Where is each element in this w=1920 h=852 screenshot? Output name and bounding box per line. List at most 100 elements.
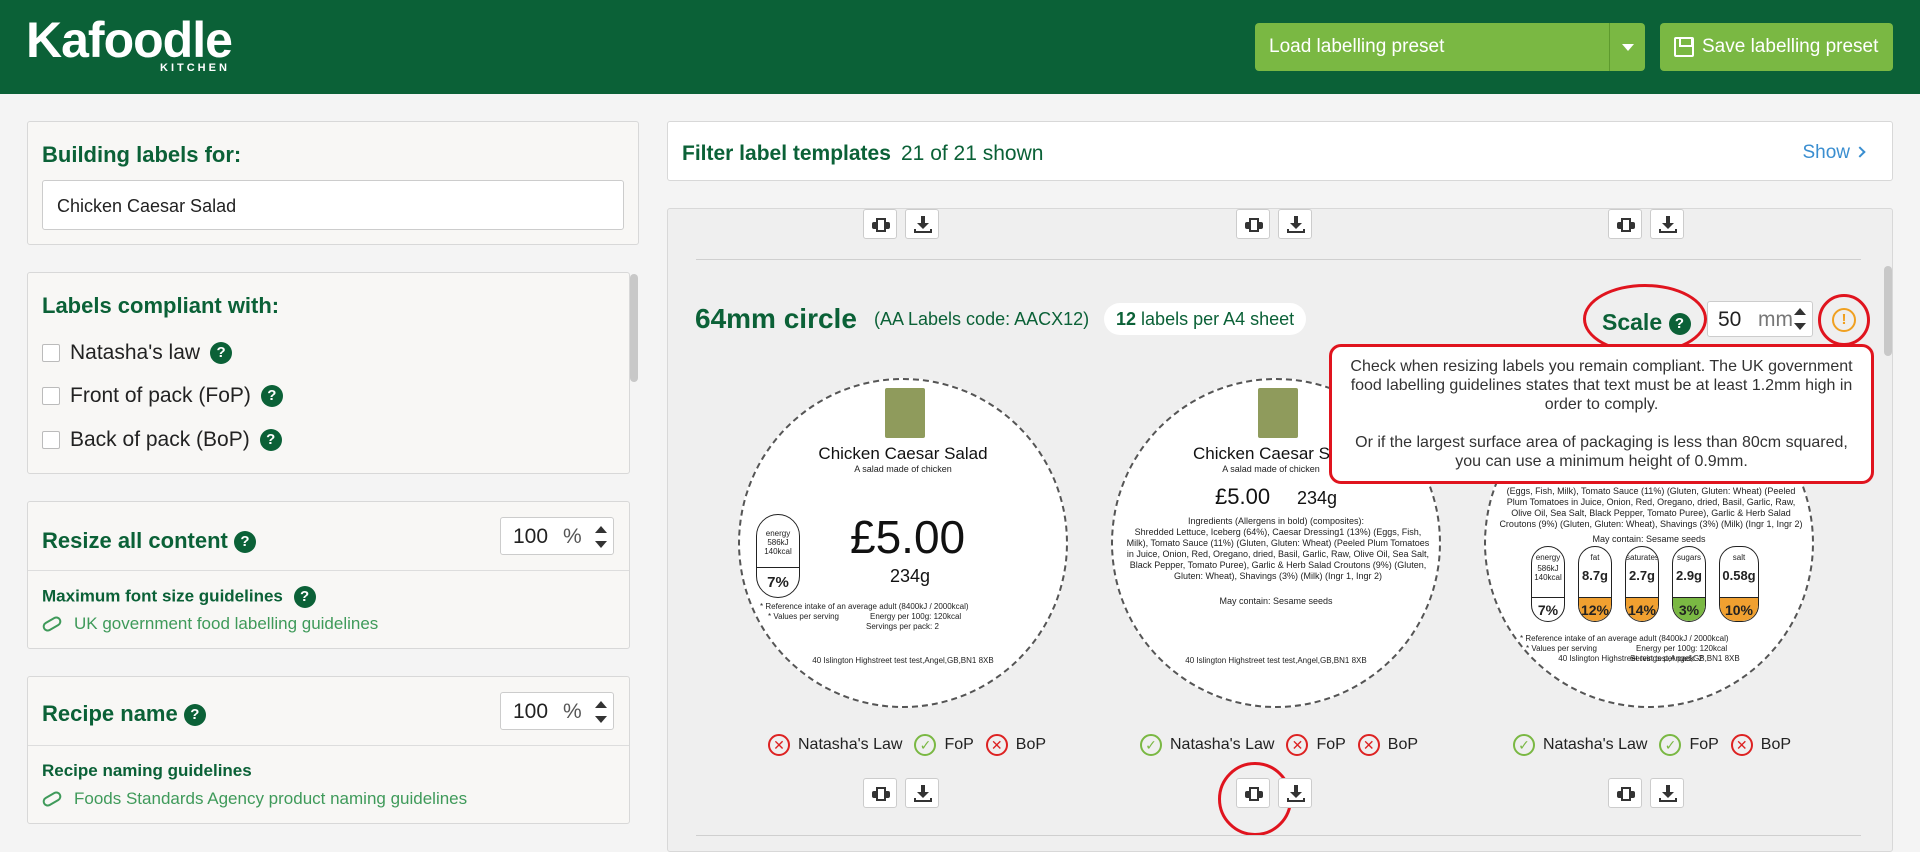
help-icon[interactable]: ? [293, 586, 316, 608]
print-button[interactable] [863, 209, 897, 239]
recipe-name-value: 100 [513, 700, 549, 723]
resize-panel: Resize all content ? 100 % Maximum font … [27, 501, 630, 649]
label-preview-1: Chicken Caesar Salad A salad made of chi… [738, 378, 1068, 708]
download-button[interactable] [1650, 778, 1684, 808]
checkbox-label: Natasha's law [70, 341, 201, 364]
divider [696, 259, 1861, 260]
download-button[interactable] [905, 209, 939, 239]
link-icon [40, 614, 64, 634]
top-bar: Kafoodle KITCHEN Load labelling preset S… [0, 0, 1920, 94]
resize-title-text: Resize all content [42, 528, 228, 553]
reference-note: * Reference intake of an average adult (… [1520, 634, 1729, 643]
nutrient-energy: energy 586kJ 140kcal 7% [1531, 546, 1565, 622]
template-code: (AA Labels code: AACX12) [874, 309, 1090, 329]
checkbox-box[interactable] [42, 344, 60, 362]
servings-per-pack: Servings per pack: 2 [866, 622, 939, 631]
labels-per-sheet-count: 12 [1116, 309, 1137, 329]
resize-percent-field[interactable]: 100 % [500, 517, 614, 555]
compliance-label: FoP [1316, 736, 1346, 753]
label-address: 40 Islington Highstreet test test,Angel,… [1185, 656, 1367, 665]
uk-guidelines-link-text[interactable]: UK government food labelling guidelines [74, 614, 378, 634]
printer-icon [872, 218, 890, 232]
uk-guidelines-link[interactable]: UK government food labelling guidelines [40, 614, 378, 634]
compliance-label: Natasha's Law [798, 736, 903, 753]
checkbox-front-of-pack[interactable]: Front of pack (FoP) ? [42, 384, 283, 408]
reference-note: * Reference intake of an average adult (… [760, 602, 969, 611]
print-button[interactable] [1608, 778, 1642, 808]
compliance-row-3: ✓ Natasha's Law ✓ FoP ✕ BoP [1513, 734, 1791, 756]
help-icon[interactable]: ? [233, 531, 256, 554]
chevron-right-icon[interactable] [1854, 146, 1866, 158]
energy-label: energy [765, 529, 791, 538]
recipe-input[interactable]: Chicken Caesar Salad [42, 180, 624, 230]
help-icon[interactable]: ? [260, 385, 283, 407]
resize-unit: % [563, 525, 582, 548]
label-recipe-name: Chicken Caesar Salad [818, 444, 988, 463]
label-weight: 234g [1297, 488, 1338, 508]
left-panel-scrollbar[interactable] [630, 274, 638, 382]
may-contain: May contain: Sesame seeds [1592, 534, 1706, 544]
download-button[interactable] [1278, 778, 1312, 808]
tooltip-text-1: Check when resizing labels you remain co… [1350, 358, 1853, 413]
help-icon[interactable]: ? [183, 704, 206, 727]
nutrient-name: energy [1535, 553, 1561, 562]
print-button[interactable] [1236, 778, 1270, 808]
energy-badge: energy 586kJ 140kcal 7% [756, 514, 800, 598]
resize-value: 100 [513, 525, 549, 548]
nutrient-percent: 7% [1532, 597, 1564, 621]
checkbox-label: Back of pack (BoP) [70, 428, 250, 451]
fsa-guidelines-link[interactable]: Foods Standards Agency product naming gu… [40, 789, 467, 809]
compliance-panel: Labels compliant with: Natasha's law ? F… [27, 272, 630, 474]
cross-icon: ✕ [768, 734, 790, 756]
spinner-arrows-icon[interactable] [1794, 308, 1806, 330]
checkbox-box[interactable] [42, 431, 60, 449]
printer-icon [1617, 787, 1635, 801]
download-button[interactable] [1278, 209, 1312, 239]
resize-title: Resize all content ? [42, 528, 256, 554]
print-button[interactable] [1608, 209, 1642, 239]
energy-per-100g: Energy per 100g: 120kcal [870, 612, 962, 621]
download-button[interactable] [1650, 209, 1684, 239]
print-button[interactable] [863, 778, 897, 808]
compliance-title: Labels compliant with: [42, 293, 280, 318]
energy-per-100g: Energy per 100g: 120kcal [1636, 644, 1728, 653]
checkbox-natashas-law[interactable]: Natasha's law ? [42, 341, 233, 365]
compliance-label: Natasha's Law [1170, 736, 1275, 753]
help-icon[interactable]: ? [210, 342, 233, 364]
fsa-guidelines-link-text[interactable]: Foods Standards Agency product naming gu… [74, 789, 467, 809]
check-icon: ✓ [1140, 734, 1162, 756]
help-icon[interactable]: ? [259, 429, 282, 451]
scale-input[interactable]: 50 mm [1707, 301, 1813, 337]
show-filters-link[interactable]: Show [1802, 142, 1850, 164]
checkbox-back-of-pack[interactable]: Back of pack (BoP) ? [42, 428, 282, 452]
scale-value: 50 [1718, 308, 1742, 331]
scale-warning-tooltip: Check when resizing labels you remain co… [1329, 344, 1874, 484]
filter-bar: Filter label templates 21 of 21 shown Sh… [667, 121, 1893, 181]
download-button[interactable] [905, 778, 939, 808]
link-icon [40, 789, 64, 809]
spinner-arrows-icon[interactable] [595, 526, 607, 548]
templates-scrollbar[interactable] [1884, 266, 1892, 356]
filter-title: Filter label templates [682, 142, 891, 165]
compliance-label: Natasha's Law [1543, 736, 1648, 753]
cross-icon: ✕ [1286, 734, 1309, 756]
label-price: £5.00 [850, 511, 966, 563]
recipe-name-percent-field[interactable]: 100 % [500, 692, 614, 730]
building-labels-title: Building labels for: [42, 142, 242, 167]
template-title: 64mm circle [695, 303, 857, 334]
chevron-down-icon[interactable] [1609, 23, 1645, 71]
ingredients-heading: Ingredients (Allergens in bold) (composi… [1187, 516, 1365, 526]
save-preset-button[interactable]: Save labelling preset [1660, 23, 1893, 71]
checkbox-box[interactable] [42, 387, 60, 405]
print-button[interactable] [1236, 209, 1270, 239]
labels-per-sheet-text: labels per A4 sheet [1141, 309, 1295, 329]
spinner-arrows-icon[interactable] [595, 701, 607, 723]
labels-per-sheet-badge: 12 labels per A4 sheet [1104, 303, 1307, 335]
kafoodle-logo[interactable]: Kafoodle KITCHEN [26, 14, 233, 74]
load-preset-select[interactable]: Load labelling preset [1255, 23, 1645, 71]
label-address: 40 Islington Highstreet test test,Angel,… [1558, 654, 1740, 663]
ingredients-list: (Eggs, Fish, Milk), Tomato Sauce (11%) (… [1499, 486, 1803, 529]
compliance-label: BoP [1387, 736, 1419, 753]
check-icon: ✓ [1513, 734, 1535, 756]
compliance-row-1: ✕ Natasha's Law ✓ FoP ✕ BoP [768, 734, 1046, 756]
